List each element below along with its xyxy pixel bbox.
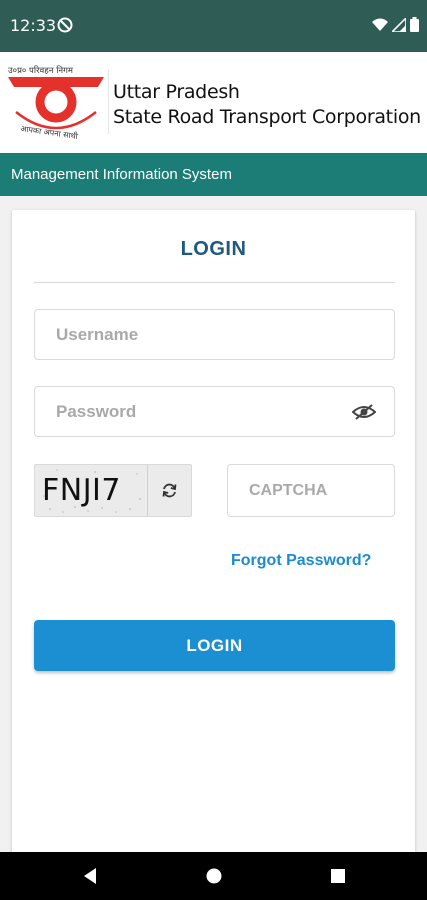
username-field-wrapper [34,309,395,360]
login-card: LOGIN FNJI7 [12,210,415,855]
home-icon[interactable] [204,866,224,886]
login-title: LOGIN [180,238,247,260]
captcha-field-wrapper [227,464,395,517]
status-time: 12:33 [10,16,57,35]
system-title-bar: Management Information System [0,153,427,196]
recents-icon[interactable] [328,866,348,886]
back-icon[interactable] [80,866,100,886]
refresh-captcha-button[interactable] [148,465,191,516]
forgot-password-link[interactable]: Forgot Password? [231,552,371,570]
org-name-line1: Uttar Pradesh [113,81,240,103]
captcha-input[interactable] [228,465,394,516]
password-field-wrapper [34,386,395,437]
captcha-image: FNJI7 [36,466,147,515]
login-button[interactable]: LOGIN [34,620,395,671]
wifi-icon [372,18,388,31]
title-divider [34,282,395,283]
captcha-text: FNJI7 [42,473,121,508]
refresh-icon [162,483,177,498]
password-input[interactable] [35,387,394,436]
org-name-line2: State Road Transport Corporation [113,106,421,128]
svg-text:उ०प्र० परिवहन निगम: उ०प्र० परिवहन निगम [8,65,74,76]
toggle-password-visibility-icon[interactable] [352,402,376,422]
system-title: Management Information System [11,166,232,183]
signal-icon [392,17,406,32]
battery-icon [410,17,419,32]
upsrtc-logo: उ०प्र० परिवहन निगम आपका अपना साथी [8,65,104,141]
username-input[interactable] [35,310,394,359]
app-header: उ०प्र० परिवहन निगम आपका अपना साथी Uttar … [0,52,427,153]
captcha-box: FNJI7 [34,464,192,517]
system-nav-bar [0,852,427,900]
app-notification-icon [57,17,73,33]
status-bar: 12:33 [0,0,427,52]
